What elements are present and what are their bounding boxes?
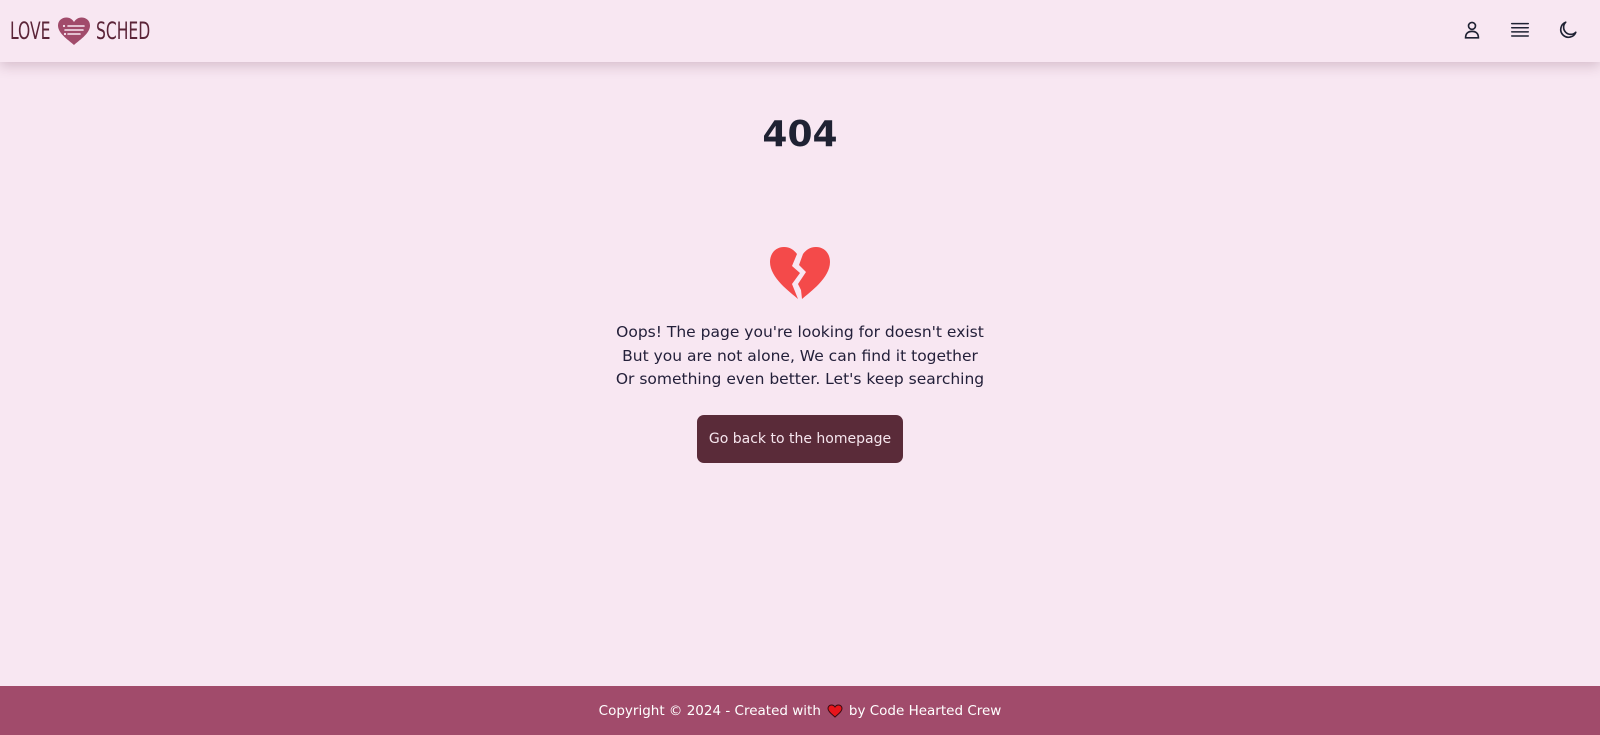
brand-word-love: LOVE [10, 17, 51, 45]
footer-copyright-text: Copyright © 2024 - Created with [598, 702, 821, 719]
top-navbar: LOVE SCHED [0, 0, 1600, 62]
brand-logo-link[interactable]: LOVE SCHED [10, 14, 171, 48]
navbar-actions [1458, 15, 1582, 45]
user-icon [1464, 21, 1480, 39]
broken-heart-icon [770, 247, 830, 299]
theme-toggle-button[interactable] [1554, 15, 1582, 45]
footer: Copyright © 2024 - Created with by Code … [0, 686, 1600, 735]
message-line-3: Or something even better. Let's keep sea… [615, 370, 985, 388]
brand-word-sched: SCHED [96, 17, 151, 45]
moon-icon [1559, 21, 1577, 39]
error-messages: Oops! The page you're looking for doesn'… [0, 321, 1600, 392]
message-line-1: Oops! The page you're looking for doesn'… [616, 323, 984, 341]
page: LOVE SCHED 404 Oops! The page you're loo… [0, 0, 1600, 735]
heart-icon [827, 703, 843, 718]
menu-lines-icon [1511, 22, 1529, 37]
footer-credit-text: by Code Hearted Crew [848, 702, 1002, 719]
message-line-2: But you are not alone, We can find it to… [622, 346, 978, 365]
menu-button[interactable] [1506, 15, 1534, 45]
main-content: 404 Oops! The page you're looking for do… [0, 62, 1600, 686]
account-button[interactable] [1458, 15, 1486, 45]
error-code-heading: 404 [762, 114, 838, 155]
brand-heart-icon [58, 17, 91, 45]
go-home-button[interactable]: Go back to the homepage [697, 415, 903, 463]
